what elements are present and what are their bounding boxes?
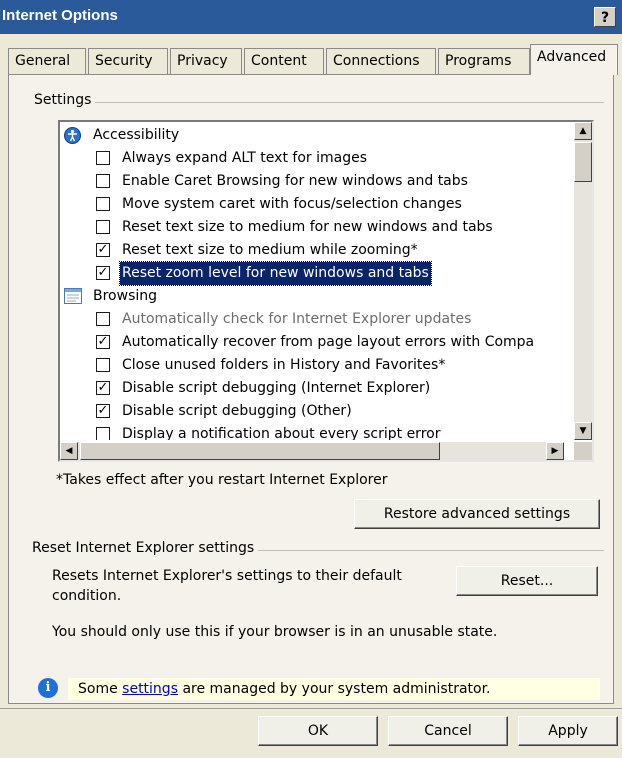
checkbox-checked-icon[interactable]: ✓ [96,381,110,395]
checkbox-unchecked-icon[interactable] [96,151,110,165]
settings-option[interactable]: ✓ Reset text size to medium while zooming… [60,239,564,262]
settings-category[interactable]: Browsing [60,285,564,308]
settings-row-label: Disable script debugging (Internet Explo… [122,380,431,396]
checkbox-unchecked-icon[interactable] [96,427,110,440]
admin-info-bar: Some settings are managed by your system… [68,678,600,700]
tab-security[interactable]: Security [88,48,168,74]
settings-option[interactable]: ✓ Reset zoom level for new windows and ta… [60,261,564,286]
settings-row-label: Close unused folders in History and Favo… [122,357,446,373]
checkbox-unchecked-icon[interactable] [96,220,110,234]
settings-row-label: Move system caret with focus/selection c… [122,196,462,212]
settings-tree-items: Accessibility Always expand ALT text for … [60,122,564,440]
tab-strip: General Security Privacy Content Connect… [8,44,618,75]
settings-option[interactable]: Move system caret with focus/selection c… [60,193,564,216]
reset-group-label: Reset Internet Explorer settings [28,540,259,556]
settings-option[interactable]: Display a notification about every scrip… [60,423,564,440]
scroll-right-icon[interactable]: ▶ [546,442,564,460]
settings-link[interactable]: settings [122,681,178,697]
settings-option[interactable]: ✓ Disable script debugging (Other) [60,400,564,423]
settings-row-label: Display a notification about every scrip… [122,426,441,440]
reset-description: Resets Internet Explorer's settings to t… [52,568,402,584]
scroll-down-icon[interactable]: ▼ [574,422,592,440]
info-suffix: are managed by your system administrator… [178,681,491,697]
scroll-left-icon[interactable]: ◀ [60,442,78,460]
settings-group-label: Settings [30,92,96,108]
tab-content[interactable]: Content [244,48,324,74]
restore-advanced-settings-button[interactable]: Restore advanced settings [354,499,600,529]
help-button[interactable]: ? [594,7,616,27]
reset-description-line2: condition. [52,588,122,604]
tab-connections[interactable]: Connections [326,48,436,74]
settings-row-label: Accessibility [93,127,180,143]
tab-general[interactable]: General [8,48,86,74]
settings-option[interactable]: Reset text size to medium for new window… [60,216,564,239]
info-prefix: Some [78,681,123,697]
settings-option[interactable]: ✓ Disable script debugging (Internet Expl… [60,377,564,400]
checkbox-unchecked-icon[interactable] [96,197,110,211]
browsing-icon [64,288,82,305]
scrollbar-corner [574,442,592,460]
vertical-scrollbar[interactable]: ▲ ▼ [574,122,592,440]
restart-note: *Takes effect after you restart Internet… [56,472,388,488]
checkbox-checked-icon[interactable]: ✓ [96,243,110,257]
settings-category[interactable]: Accessibility [60,124,564,147]
checkbox-unchecked-icon[interactable] [96,174,110,188]
checkbox-checked-icon[interactable]: ✓ [96,335,110,349]
reset-button[interactable]: Reset... [456,566,598,596]
footer-divider [0,708,622,709]
tab-privacy[interactable]: Privacy [170,48,242,74]
apply-button[interactable]: Apply [518,716,618,746]
settings-row-label: Automatically check for Internet Explore… [122,311,472,327]
vertical-scroll-thumb[interactable] [574,142,592,182]
horizontal-scroll-thumb[interactable] [80,442,440,460]
settings-row-label: Always expand ALT text for images [122,150,367,166]
checkbox-unchecked-icon[interactable] [96,312,110,326]
settings-row-label: Reset text size to medium for new window… [122,219,493,235]
settings-option[interactable]: Close unused folders in History and Favo… [60,354,564,377]
settings-option[interactable]: ✓ Automatically recover from page layout … [60,331,564,354]
settings-option[interactable]: Enable Caret Browsing for new windows an… [60,170,564,193]
settings-row-label: Disable script debugging (Other) [122,403,352,419]
settings-row-label: Enable Caret Browsing for new windows an… [122,173,468,189]
checkbox-unchecked-icon[interactable] [96,358,110,372]
settings-tree[interactable]: Accessibility Always expand ALT text for … [58,120,594,462]
window-title: Internet Options [2,7,118,24]
title-bar: Internet Options ? [0,0,622,34]
ok-button[interactable]: OK [258,716,378,746]
checkbox-checked-icon[interactable]: ✓ [96,266,110,280]
accessibility-icon [64,127,81,144]
tab-advanced[interactable]: Advanced [530,44,618,75]
tab-programs[interactable]: Programs [438,48,530,74]
settings-group-line [30,102,604,103]
reset-warning: You should only use this if your browser… [52,624,498,640]
horizontal-scrollbar[interactable]: ◀ ▶ [60,442,564,460]
cancel-button[interactable]: Cancel [388,716,508,746]
settings-row-label: Reset text size to medium while zooming* [122,242,418,258]
checkbox-checked-icon[interactable]: ✓ [96,404,110,418]
info-icon: i [38,678,58,698]
settings-row-label: Reset zoom level for new windows and tab… [119,261,432,286]
scroll-up-icon[interactable]: ▲ [574,122,592,140]
settings-row-label: Automatically recover from page layout e… [122,334,535,350]
settings-row-label: Browsing [93,288,158,304]
settings-option[interactable]: Automatically check for Internet Explore… [60,308,564,331]
settings-option[interactable]: Always expand ALT text for images [60,147,564,170]
